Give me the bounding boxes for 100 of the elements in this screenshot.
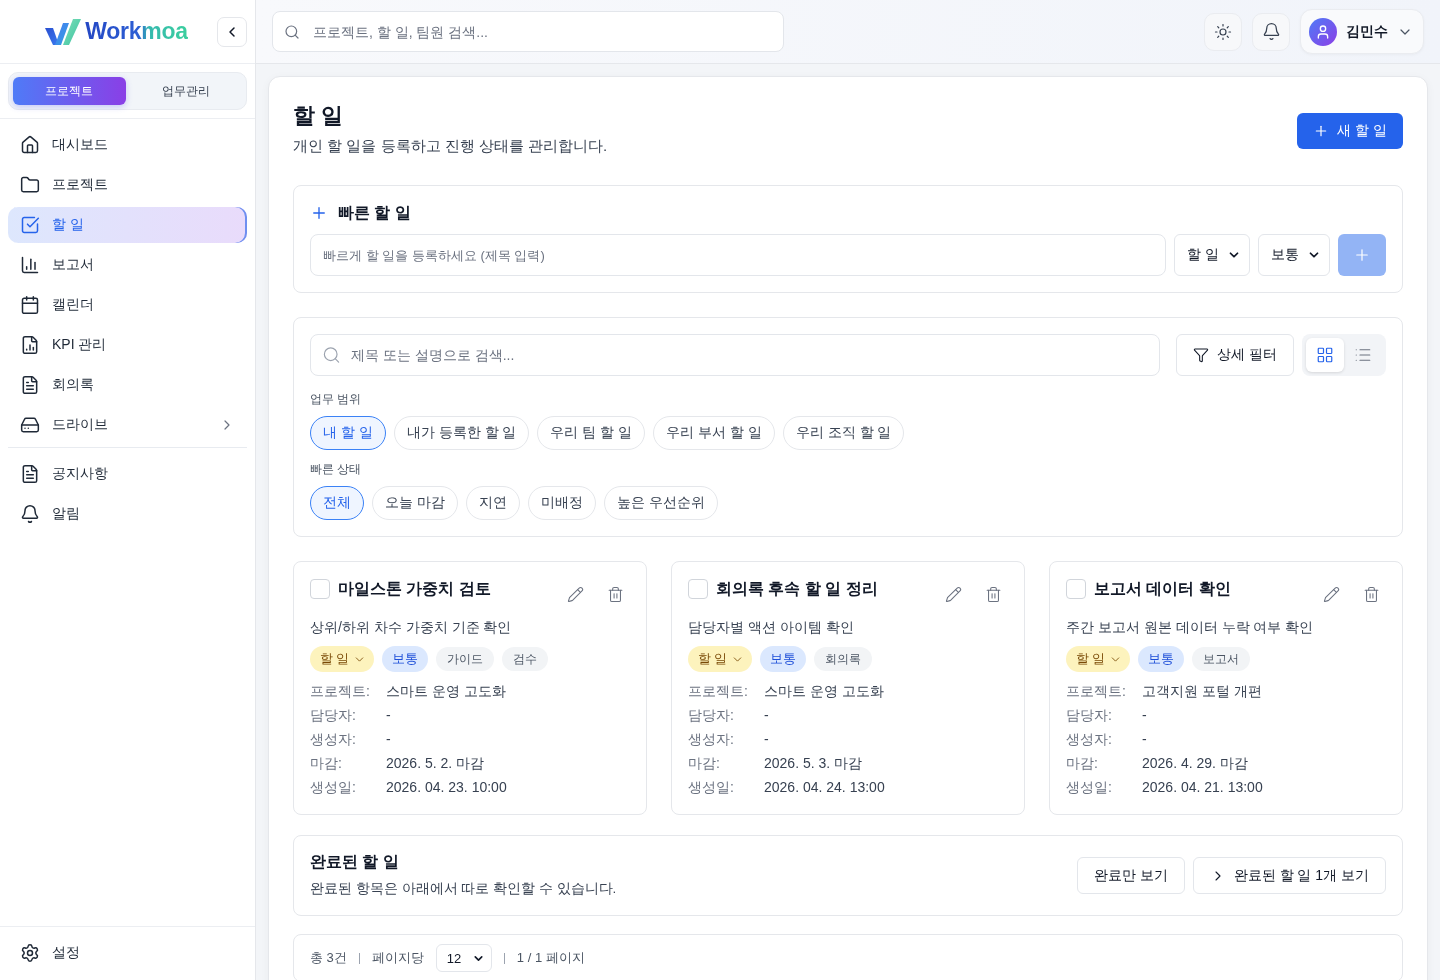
field-label: 생성일:: [310, 778, 357, 797]
per-page-label: 페이지당: [371, 949, 424, 967]
filter-icon: [1193, 347, 1210, 363]
page-info: 1 / 1 페이지: [516, 949, 585, 967]
bell-icon: [1261, 22, 1281, 41]
filter-chip[interactable]: 오늘 마감: [372, 486, 458, 520]
logo-icon: [45, 18, 82, 45]
quick-add-input[interactable]: 빠르게 할 일을 등록하세요 (제목 입력): [310, 234, 1167, 276]
mode-tab[interactable]: 프로젝트: [13, 77, 126, 105]
field-label: 마감:: [310, 754, 343, 773]
pencil-icon: [566, 585, 584, 603]
trash-icon: [984, 585, 1002, 603]
status-dropdown[interactable]: 할 일: [1066, 646, 1131, 672]
nav-item[interactable]: 할 일: [8, 207, 247, 243]
tag: 회의록: [814, 647, 873, 671]
nav-item[interactable]: 회의록: [8, 367, 247, 403]
page-size-select[interactable]: 12: [435, 944, 492, 972]
list-icon: [1354, 346, 1372, 364]
filter-chip[interactable]: 우리 부서 할 일: [653, 416, 775, 450]
user-menu[interactable]: 김민수: [1300, 9, 1424, 54]
notifications-button[interactable]: [1252, 12, 1290, 51]
field-value: -: [764, 706, 770, 725]
field-label: 마감:: [1066, 754, 1099, 773]
grid-view-button[interactable]: [1306, 338, 1344, 372]
settings-icon: [20, 943, 40, 963]
sun-icon: [1214, 22, 1232, 41]
task-search-field[interactable]: 제목 또는 설명으로 검색...: [310, 334, 1161, 376]
type-select[interactable]: 할 일: [1174, 234, 1250, 276]
field-label: 생성일:: [1066, 778, 1113, 797]
task-title: 마일스톤 가중치 검토: [338, 579, 492, 599]
field-label: 생성자:: [688, 730, 735, 749]
filter-chip[interactable]: 우리 조직 할 일: [782, 416, 905, 450]
filter-chip[interactable]: 내가 등록한 할 일: [393, 416, 530, 450]
trash-icon: [1362, 585, 1380, 603]
nav-item[interactable]: KPI 관리: [8, 327, 247, 363]
field-label: 마감:: [688, 754, 721, 773]
nav-item[interactable]: 공지사항: [8, 456, 247, 492]
nav-item[interactable]: 프로젝트: [8, 167, 247, 203]
panel-title: 빠른 할 일: [338, 203, 411, 223]
field-value: 스마트 운영 고도화: [764, 682, 885, 701]
nav-item[interactable]: 알림: [8, 496, 247, 532]
status-dropdown[interactable]: 할 일: [310, 646, 375, 672]
total-count: 총 3건: [310, 949, 347, 967]
search-icon: [322, 345, 341, 365]
tag: 가이드: [436, 647, 495, 671]
field-label: 생성자:: [310, 730, 357, 749]
field-value: 2026. 5. 3. 마감: [764, 754, 864, 773]
field-value: 2026. 04. 24. 13:00: [764, 778, 886, 797]
filter-chip[interactable]: 미배정: [527, 486, 596, 520]
expand-completed-button[interactable]: 완료된 할 일 1개 보기: [1192, 857, 1386, 894]
status-dropdown[interactable]: 할 일: [688, 646, 753, 672]
field-label: 담당자:: [688, 706, 735, 725]
file-chart-icon: [20, 335, 40, 355]
field-label: 생성자:: [1066, 730, 1113, 749]
search-field[interactable]: 프로젝트, 할 일, 팀원 검색...: [272, 11, 784, 52]
task-description: 담당자별 액션 아이템 확인: [688, 618, 855, 637]
field-value: 고객지원 포털 개편: [1142, 682, 1263, 701]
field-value: -: [386, 706, 392, 725]
show-completed-only-button[interactable]: 완료만 보기: [1076, 857, 1185, 894]
field-label: 프로젝트:: [1066, 682, 1127, 701]
filter-chip[interactable]: 우리 팀 할 일: [537, 416, 646, 450]
nav-item[interactable]: 드라이브: [8, 407, 247, 443]
filter-chip[interactable]: 내 할 일: [310, 416, 386, 450]
grid-icon: [1316, 346, 1334, 364]
trash-icon: [606, 585, 624, 603]
new-task-button[interactable]: 새 할 일: [1297, 113, 1403, 149]
bell-icon: [20, 504, 40, 524]
document-icon: [20, 464, 40, 484]
task-description: 주간 보고서 원본 데이터 누락 여부 확인: [1066, 618, 1315, 637]
calendar-icon: [20, 295, 40, 315]
priority-badge: 보통: [1138, 646, 1185, 672]
nav-item[interactable]: 보고서: [8, 247, 247, 283]
task-description: 상위/하위 차수 가중치 기준 확인: [310, 618, 513, 637]
checkbox[interactable]: [1066, 579, 1086, 599]
detail-filter-button[interactable]: 상세 필터: [1176, 334, 1294, 376]
field-label: 생성일:: [688, 778, 735, 797]
field-label: 담당자:: [310, 706, 357, 725]
theme-toggle-button[interactable]: [1204, 12, 1242, 51]
priority-badge: 보통: [382, 646, 429, 672]
filter-chip[interactable]: 전체: [310, 486, 364, 520]
section-title: 완료된 할 일: [310, 852, 399, 872]
search-icon: [284, 23, 300, 40]
plus-icon: [310, 204, 328, 222]
bar-chart-icon: [20, 255, 40, 275]
nav-item[interactable]: 캘린더: [8, 287, 247, 323]
checkbox[interactable]: [310, 579, 330, 599]
collapse-sidebar-button[interactable]: [217, 16, 247, 47]
priority-select[interactable]: 보통: [1258, 234, 1330, 276]
mode-tab[interactable]: 업무관리: [129, 77, 242, 105]
tag: 검수: [502, 647, 549, 671]
field-value: 2026. 5. 2. 마감: [386, 754, 486, 773]
nav-item[interactable]: 대시보드: [8, 127, 247, 163]
folder-icon: [20, 175, 40, 195]
section-description: 완료된 항목은 아래에서 따로 확인할 수 있습니다.: [310, 880, 617, 898]
filter-chip[interactable]: 지연: [465, 486, 520, 520]
priority-badge: 보통: [760, 646, 807, 672]
nav-item[interactable]: 설정: [8, 935, 247, 971]
filter-chip[interactable]: 높은 우선순위: [603, 486, 718, 520]
pencil-icon: [1322, 585, 1340, 603]
checkbox[interactable]: [688, 579, 708, 599]
